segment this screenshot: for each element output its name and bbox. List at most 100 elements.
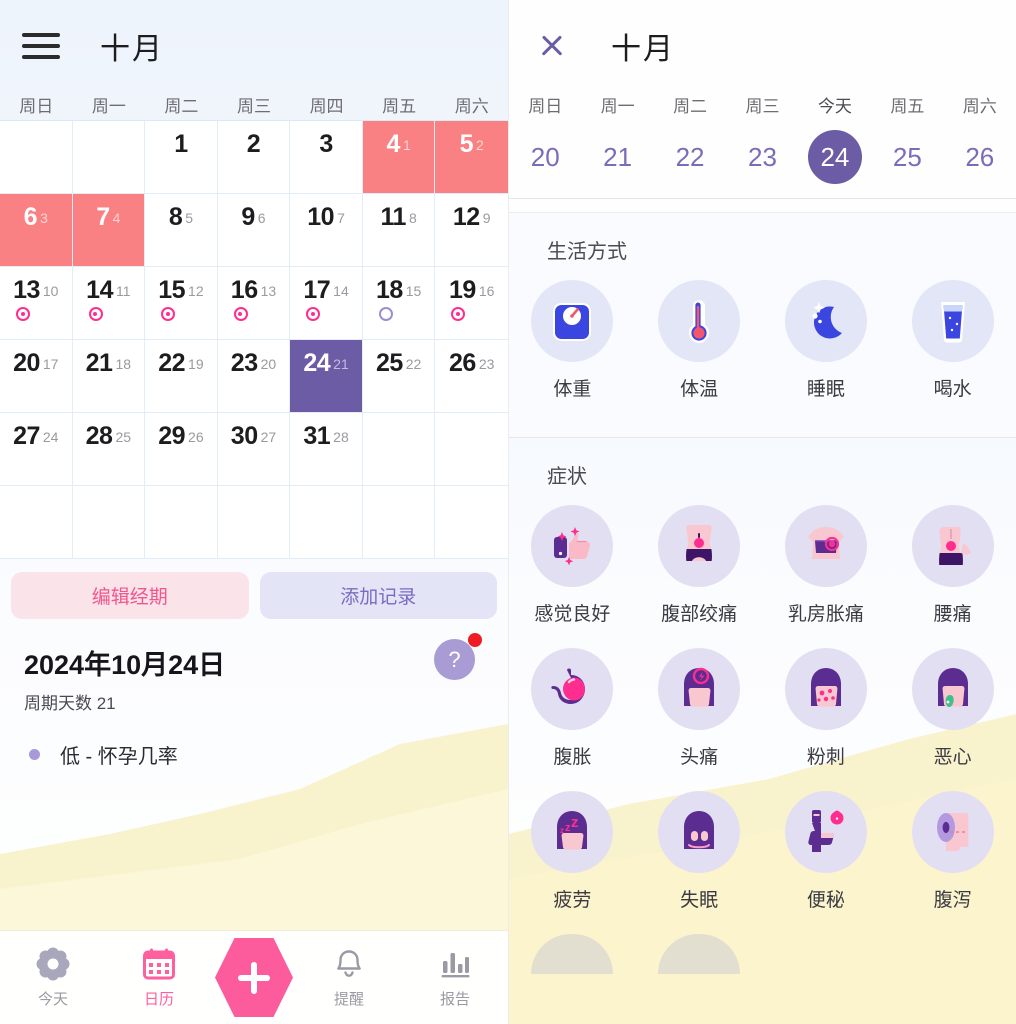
thumbs-up-icon[interactable] <box>531 505 614 587</box>
tab-bar-chart[interactable]: 报告 <box>402 947 508 1009</box>
calendar-day-18[interactable]: 18 15 <box>362 267 436 340</box>
calendar-day-9[interactable]: 96 <box>217 194 291 267</box>
fertile-dot-icon <box>451 307 466 321</box>
calendar-day-13[interactable]: 13 10 <box>0 267 73 340</box>
calendar-day-23[interactable]: 23 20 <box>217 340 291 413</box>
symptom-item-breast-tenderness[interactable]: 乳房胀痛 <box>763 505 890 626</box>
partial-item <box>889 934 1016 974</box>
symptom-item-back-pain[interactable]: 腰痛 <box>889 505 1016 626</box>
add-fab-button[interactable] <box>212 936 296 1020</box>
tab-flower[interactable]: 今天 <box>0 947 106 1009</box>
calendar-grid[interactable]: 1 2 3 4 1 5 2 6 3 7 4 8 5 9 6 10 7 11 8 12 9 13 10 14 11 15 12 16 13… <box>0 120 508 559</box>
week-day-21[interactable]: 周一 21 <box>581 92 653 184</box>
partial-icon-bubble[interactable] <box>658 934 741 974</box>
calendar-day-29[interactable]: 29 26 <box>145 413 218 486</box>
calendar-day-1[interactable]: 1 <box>145 121 218 194</box>
week-day-24[interactable]: 今天 24 <box>799 92 871 184</box>
calendar-day-17[interactable]: 17 14 <box>290 267 363 340</box>
week-day-26[interactable]: 周六 26 <box>944 92 1016 184</box>
calendar-day-4[interactable]: 41 <box>362 121 436 194</box>
insomnia-icon[interactable] <box>658 791 741 873</box>
cycle-day-number: 12 <box>188 283 204 299</box>
symptom-item-abdominal-cramps[interactable]: 腹部绞痛 <box>636 505 763 626</box>
symptom-item-insomnia[interactable]: 失眠 <box>636 791 763 912</box>
lifestyle-item-thermometer[interactable]: 体温 <box>636 280 763 401</box>
tab-calendar[interactable]: 日历 <box>106 947 212 1009</box>
calendar-day-5[interactable]: 52 <box>435 121 508 194</box>
week-day-20[interactable]: 周日 20 <box>509 92 581 184</box>
water-glass-icon[interactable] <box>911 280 994 362</box>
help-button[interactable]: ? <box>434 639 475 680</box>
calendar-day-21[interactable]: 21 18 <box>72 340 146 413</box>
abdominal-cramps-icon[interactable] <box>658 505 741 587</box>
moon-sleep-icon[interactable] <box>784 280 867 362</box>
calendar-day-30[interactable]: 30 27 <box>217 413 291 486</box>
headache-icon[interactable] <box>658 648 741 730</box>
hamburger-menu-icon[interactable] <box>22 33 60 59</box>
calendar-day-27[interactable]: 27 24 <box>0 413 73 486</box>
symptom-item-constipation-toilet[interactable]: 便秘 <box>763 791 890 912</box>
day-number: 13 <box>13 276 40 304</box>
symptoms-partial-row[interactable] <box>509 934 1016 974</box>
week-day-23[interactable]: 周三 23 <box>726 92 798 184</box>
calendar-day-19[interactable]: 19 16 <box>435 267 508 340</box>
lifestyle-item-water-glass[interactable]: 喝水 <box>889 280 1016 401</box>
calendar-day-16[interactable]: 16 13 <box>217 267 291 340</box>
day-info-block: ? 2024年10月24日 周期天数 21 低 - 怀孕几率 <box>0 625 508 769</box>
close-icon[interactable] <box>537 31 567 61</box>
calendar-day-15[interactable]: 15 12 <box>145 267 218 340</box>
cycle-day-number: 10 <box>42 283 59 299</box>
calendar-day-14[interactable]: 14 11 <box>72 267 146 340</box>
symptom-item-diarrhea-tissue[interactable]: 腹泻 <box>889 791 1016 912</box>
thermometer-icon[interactable] <box>658 280 741 362</box>
diarrhea-tissue-icon[interactable] <box>911 791 994 873</box>
fab-hexagon[interactable] <box>215 938 293 1017</box>
calendar-day-20[interactable]: 20 17 <box>0 340 73 413</box>
add-record-button[interactable]: 添加记录 <box>259 572 497 619</box>
record-topbar: 十月 <box>509 0 1016 92</box>
calendar-day-6[interactable]: 63 <box>0 194 73 267</box>
day-number: 2 <box>246 130 261 158</box>
lifestyle-item-moon-sleep[interactable]: 睡眠 <box>763 280 890 401</box>
symptom-item-nausea[interactable]: 恶心 <box>889 648 1016 769</box>
lifestyle-item-weight-scale[interactable]: 体重 <box>509 280 636 401</box>
calendar-day-2[interactable]: 2 <box>217 121 291 194</box>
calendar-day-12[interactable]: 12 9 <box>435 194 508 267</box>
day-number: 15 <box>158 276 186 304</box>
weekday-label-5: 周五 <box>382 97 417 116</box>
calendar-day-31[interactable]: 31 28 <box>290 413 363 486</box>
acne-icon[interactable] <box>784 648 867 730</box>
calendar-day-24[interactable]: 24 21 <box>290 340 363 413</box>
fatigue-zzz-icon[interactable]: zzz <box>531 791 614 873</box>
calendar-day-8[interactable]: 85 <box>145 194 218 267</box>
week-day-25[interactable]: 周五 25 <box>871 92 943 184</box>
cycle-day-label: 周期天数 21 <box>24 694 116 713</box>
symptoms-icon-row[interactable]: 感觉良好 腹部绞痛 乳房胀痛 腰痛腹胀 头痛 粉刺 恶心 z z z 疲劳 失眠 便秘 腹泻 <box>509 505 1016 934</box>
calendar-day-22[interactable]: 22 19 <box>145 340 218 413</box>
calendar-day-28[interactable]: 28 25 <box>72 413 146 486</box>
symptom-item-acne[interactable]: 粉刺 <box>763 648 890 769</box>
partial-icon-bubble[interactable] <box>531 934 614 974</box>
back-pain-icon[interactable] <box>911 505 994 587</box>
calendar-day-3[interactable]: 3 <box>290 121 363 194</box>
constipation-toilet-icon[interactable] <box>784 791 867 873</box>
weight-scale-icon[interactable] <box>531 280 614 362</box>
tab-bell[interactable]: 提醒 <box>296 947 402 1009</box>
calendar-day-26[interactable]: 26 23 <box>435 340 508 413</box>
calendar-day-7[interactable]: 74 <box>72 194 146 267</box>
day-number: 28 <box>85 422 113 450</box>
symptom-item-bloating-stomach[interactable]: 腹胀 <box>509 648 636 769</box>
calendar-day-25[interactable]: 25 22 <box>362 340 436 413</box>
calendar-day-10[interactable]: 10 7 <box>290 194 363 267</box>
symptom-item-fatigue-zzz[interactable]: z z z 疲劳 <box>509 791 636 912</box>
edit-period-button[interactable]: 编辑经期 <box>11 572 249 619</box>
nausea-icon[interactable] <box>911 648 994 730</box>
symptom-item-thumbs-up[interactable]: 感觉良好 <box>509 505 636 626</box>
week-day-22[interactable]: 周二 22 <box>654 92 726 184</box>
calendar-day-11[interactable]: 11 8 <box>362 194 436 267</box>
bloating-stomach-icon[interactable] <box>531 648 614 730</box>
lifestyle-icon-row[interactable]: 体重 体温 睡眠 喝水 <box>509 280 1016 423</box>
symptom-item-headache[interactable]: 头痛 <box>636 648 763 769</box>
week-strip[interactable]: 周日 20 周一 21 周二 22 周三 23 今天 24 周五 25 周六 26 <box>509 92 1016 198</box>
breast-tenderness-icon[interactable] <box>784 505 867 587</box>
